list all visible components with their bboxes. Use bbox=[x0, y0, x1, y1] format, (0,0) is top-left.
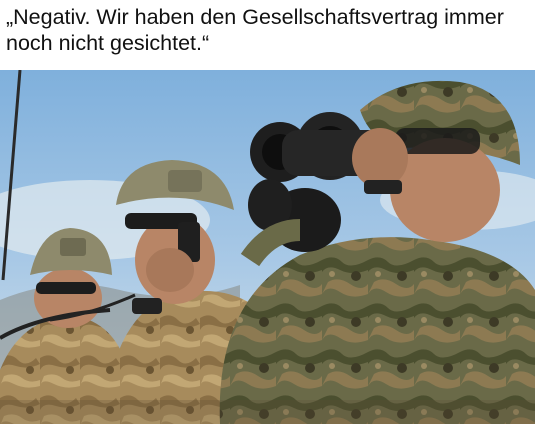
soldiers-photo bbox=[0, 70, 535, 424]
meme-caption: „Negativ. Wir haben den Gesellschaftsver… bbox=[6, 5, 504, 55]
photo-illustration bbox=[0, 70, 535, 424]
meme-card: „Negativ. Wir haben den Gesellschaftsver… bbox=[0, 0, 535, 424]
